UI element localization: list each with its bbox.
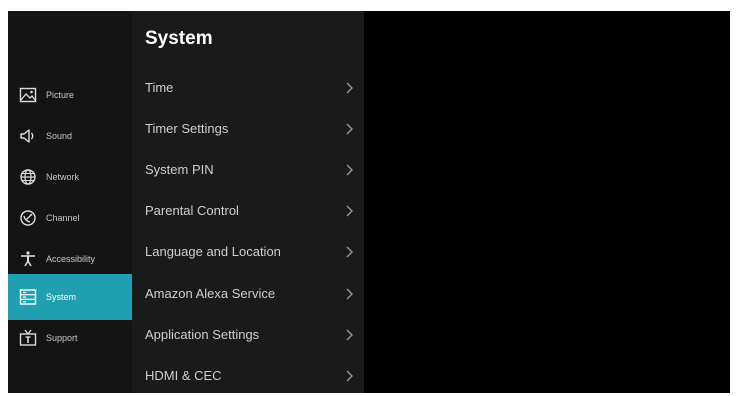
picture-icon bbox=[18, 85, 38, 105]
tv-support-icon bbox=[18, 328, 38, 348]
globe-icon bbox=[18, 167, 38, 187]
menu-item-label: Application Settings bbox=[145, 327, 260, 342]
tv-settings-screen: Picture Sound Network Channel Accessibil… bbox=[8, 11, 730, 393]
sidebar-item-label: Support bbox=[46, 333, 78, 343]
menu-item-label: Language and Location bbox=[145, 244, 281, 259]
chevron-right-icon bbox=[346, 164, 353, 175]
menu-item-time[interactable]: Time bbox=[132, 67, 364, 108]
menu-item-label: Amazon Alexa Service bbox=[145, 286, 276, 301]
chevron-right-icon bbox=[346, 123, 353, 134]
sidebar-item-network[interactable]: Network bbox=[8, 154, 132, 200]
speaker-icon bbox=[18, 126, 38, 146]
sidebar-item-support[interactable]: Support bbox=[8, 315, 132, 361]
system-icon bbox=[18, 287, 38, 307]
chevron-right-icon bbox=[346, 329, 353, 340]
menu-item-label: Timer Settings bbox=[145, 121, 229, 136]
menu-item-timer-settings[interactable]: Timer Settings bbox=[132, 108, 364, 149]
chevron-right-icon bbox=[346, 288, 353, 299]
system-menu-panel: System Time Timer Settings System PIN Pa… bbox=[132, 11, 364, 393]
sidebar-item-label: Network bbox=[46, 172, 80, 182]
menu-item-hdmi-cec[interactable]: HDMI & CEC bbox=[132, 355, 364, 396]
settings-sidebar: Picture Sound Network Channel Accessibil… bbox=[8, 11, 132, 393]
menu-item-label: Parental Control bbox=[145, 203, 239, 218]
menu-item-label: System PIN bbox=[145, 162, 214, 177]
menu-item-language-location[interactable]: Language and Location bbox=[132, 231, 364, 272]
chevron-right-icon bbox=[346, 246, 353, 257]
sidebar-item-label: Accessibility bbox=[46, 254, 96, 264]
chevron-right-icon bbox=[346, 370, 353, 381]
sidebar-item-label: Channel bbox=[46, 213, 80, 223]
satellite-dish-icon bbox=[18, 208, 38, 228]
sidebar-item-picture[interactable]: Picture bbox=[8, 72, 132, 118]
menu-item-application-settings[interactable]: Application Settings bbox=[132, 314, 364, 355]
sidebar-item-label: System bbox=[46, 292, 77, 302]
page-title: System bbox=[145, 28, 213, 49]
menu-item-label: Time bbox=[145, 80, 174, 95]
sidebar-item-sound[interactable]: Sound bbox=[8, 113, 132, 159]
accessibility-icon bbox=[18, 249, 38, 269]
sidebar-item-channel[interactable]: Channel bbox=[8, 195, 132, 241]
menu-item-alexa-service[interactable]: Amazon Alexa Service bbox=[132, 273, 364, 314]
chevron-right-icon bbox=[346, 205, 353, 216]
menu-item-parental-control[interactable]: Parental Control bbox=[132, 190, 364, 231]
menu-item-label: HDMI & CEC bbox=[145, 368, 222, 383]
menu-item-system-pin[interactable]: System PIN bbox=[132, 149, 364, 190]
sidebar-item-label: Sound bbox=[46, 131, 73, 141]
chevron-right-icon bbox=[346, 82, 353, 93]
sidebar-item-system[interactable]: System bbox=[8, 274, 132, 320]
sidebar-item-label: Picture bbox=[46, 90, 75, 100]
